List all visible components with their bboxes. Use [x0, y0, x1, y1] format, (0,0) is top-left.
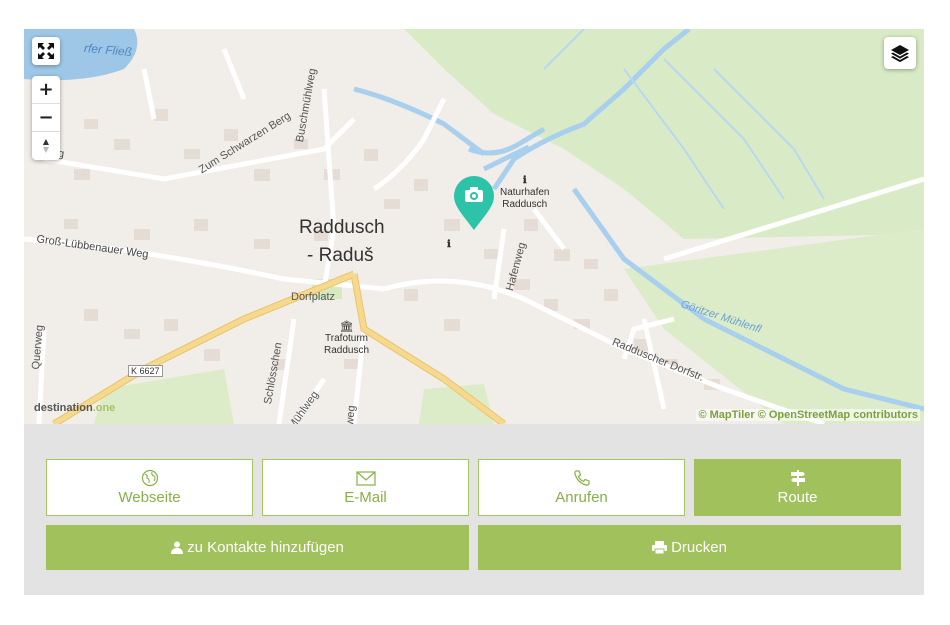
zoom-in-button[interactable]: +	[32, 76, 60, 104]
zoom-out-button[interactable]: −	[32, 104, 60, 132]
signpost-icon	[789, 469, 807, 487]
logo-text: destination	[34, 402, 93, 414]
route-label: Route	[777, 489, 818, 506]
print-button[interactable]: Drucken	[478, 525, 901, 570]
poi-trafoturm-line1: Trafoturm	[325, 333, 368, 344]
route-button[interactable]: Route	[694, 459, 901, 516]
location-marker[interactable]	[452, 176, 496, 232]
map-view[interactable]: weg rfer Fließ Zum Schwarzen Berg Buschm…	[24, 29, 924, 424]
add-contact-label: zu Kontakte hinzufügen	[187, 539, 344, 556]
add-contact-button[interactable]: zu Kontakte hinzufügen	[46, 525, 469, 570]
email-button[interactable]: E-Mail	[262, 459, 469, 516]
info-icon: ℹ	[447, 239, 451, 250]
road-shield-k6627: K 6627	[128, 365, 163, 377]
globe-icon	[141, 469, 159, 487]
layers-icon	[891, 45, 909, 63]
fullscreen-icon	[38, 43, 54, 59]
action-panel: Webseite E-Mail Anrufen Route zu Kontakt…	[24, 424, 924, 595]
place-label-line2: - Raduš	[307, 245, 374, 266]
website-label: Webseite	[118, 489, 181, 506]
poi-trafoturm[interactable]: 🏛 Trafoturm Raddusch	[324, 321, 369, 357]
map-attribution[interactable]: © MapTiler © OpenStreetMap contributors	[696, 409, 920, 421]
website-button[interactable]: Webseite	[46, 459, 253, 516]
user-icon	[171, 541, 184, 554]
monument-icon: 🏛	[339, 321, 354, 333]
fullscreen-button[interactable]	[32, 37, 60, 65]
compass-south-icon: ▼	[42, 145, 50, 154]
poi-naturhafen-line1: Naturhafen	[500, 187, 550, 198]
zoom-controls: + − ▲ ▼	[32, 76, 60, 160]
street-label-weg-bottom: weg	[344, 404, 358, 424]
info-icon: ℹ	[522, 175, 527, 186]
call-label: Anrufen	[555, 489, 608, 506]
place-label-line1: Raddusch	[299, 217, 385, 238]
poi-naturhafen[interactable]: ℹ Naturhafen Raddusch	[500, 175, 549, 211]
camera-marker-icon	[454, 176, 494, 230]
call-button[interactable]: Anrufen	[478, 459, 685, 516]
envelope-icon	[355, 469, 376, 487]
poi-naturhafen-line2: Raddusch	[502, 199, 548, 210]
phone-icon	[573, 469, 591, 487]
print-label: Drucken	[671, 539, 727, 556]
square-label-dorfplatz: Dorfplatz	[291, 291, 336, 303]
poi-trafoturm-line2: Raddusch	[324, 345, 370, 356]
compass-button[interactable]: ▲ ▼	[32, 132, 60, 160]
printer-icon	[652, 541, 668, 554]
logo-tag: .one	[92, 402, 116, 414]
destination-one-logo: destination.one	[34, 402, 115, 414]
email-label: E-Mail	[344, 489, 387, 506]
layers-button[interactable]	[884, 37, 916, 69]
